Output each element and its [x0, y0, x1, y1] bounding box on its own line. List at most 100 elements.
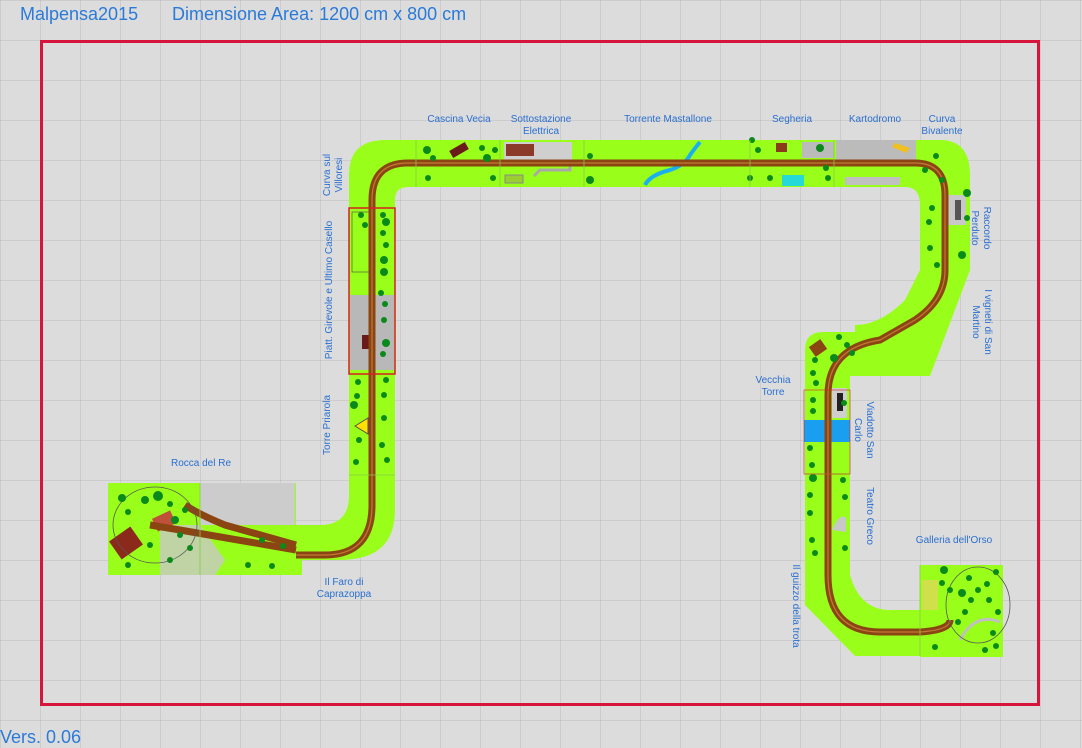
label-cascina-vecia: Cascina Vecia — [427, 114, 491, 125]
tree — [492, 147, 498, 153]
label-curva-villoresi-1: Curva sul — [322, 154, 333, 196]
tree — [355, 379, 361, 385]
tree — [362, 222, 368, 228]
tree — [812, 550, 818, 556]
tree — [383, 377, 389, 383]
tree — [809, 537, 815, 543]
label-guizzo: Il guizzo della trota — [790, 564, 801, 648]
tree — [259, 537, 265, 543]
tree — [823, 165, 829, 171]
tree — [963, 189, 971, 197]
tree — [483, 154, 491, 162]
tree — [842, 494, 848, 500]
tree — [380, 268, 388, 276]
label-vigneti-2: Martino — [970, 305, 981, 339]
tree — [958, 589, 966, 597]
tree — [932, 644, 938, 650]
tree — [807, 445, 813, 451]
tree — [962, 609, 968, 615]
label-rocca-del-re: Rocca del Re — [171, 458, 231, 469]
tree — [810, 408, 816, 414]
tree — [812, 357, 818, 363]
label-curva-bivalente-1: Curva — [929, 114, 956, 125]
tree — [986, 597, 992, 603]
tree — [810, 370, 816, 376]
label-vecchia-torre-1: Vecchia — [755, 375, 790, 386]
tree — [813, 380, 819, 386]
label-faro-1: Il Faro di — [325, 577, 364, 588]
tree — [975, 587, 981, 593]
tree — [993, 569, 999, 575]
tree — [807, 510, 813, 516]
tree — [353, 459, 359, 465]
tree — [381, 415, 387, 421]
label-viadotto-2: Carlo — [852, 418, 863, 442]
tree — [378, 290, 384, 296]
label-torre-priarola: Torre Priarola — [322, 395, 333, 455]
tree — [926, 219, 932, 225]
tree — [939, 177, 945, 183]
tree — [940, 566, 948, 574]
tree — [810, 397, 816, 403]
tree — [836, 334, 842, 340]
label-kartodromo: Kartodromo — [849, 114, 902, 125]
tree — [807, 492, 813, 498]
tree — [147, 542, 153, 548]
tree — [167, 501, 173, 507]
tree — [167, 557, 173, 563]
tree — [995, 609, 1001, 615]
label-curva-bivalente-2: Bivalente — [921, 126, 963, 137]
label-sottostazione-2: Elettrica — [523, 126, 560, 137]
tree — [380, 212, 386, 218]
tree — [177, 532, 183, 538]
tree — [830, 354, 838, 362]
label-curva-villoresi-2: Villoresi — [334, 158, 345, 193]
tree — [269, 563, 275, 569]
tree — [767, 175, 773, 181]
tree — [384, 457, 390, 463]
tree — [354, 393, 360, 399]
label-vecchia-torre-2: Torre — [762, 387, 785, 398]
tree — [993, 643, 999, 649]
tree — [479, 145, 485, 151]
label-teatro-greco: Teatro Greco — [864, 487, 875, 545]
tree — [381, 392, 387, 398]
tree — [934, 262, 940, 268]
trees — [118, 137, 1001, 653]
tree — [958, 251, 966, 259]
version-label: Vers. 0.06 — [0, 727, 82, 747]
tree — [125, 509, 131, 515]
tree — [939, 580, 945, 586]
tree — [380, 256, 388, 264]
tree — [844, 342, 850, 348]
tree — [182, 507, 188, 513]
tree — [358, 212, 364, 218]
tree — [955, 619, 961, 625]
tree — [430, 155, 436, 161]
tree — [350, 401, 358, 409]
tree — [141, 496, 149, 504]
tree — [153, 491, 163, 501]
tree — [990, 630, 996, 636]
label-faro-2: Caprazoppa — [317, 589, 372, 600]
label-sottostazione-1: Sottostazione — [511, 114, 572, 125]
tree — [587, 153, 593, 159]
tree — [809, 474, 817, 482]
tree — [840, 477, 846, 483]
tree — [841, 400, 847, 406]
tree — [849, 350, 855, 356]
tree — [825, 175, 831, 181]
tree — [280, 543, 286, 549]
tree — [922, 167, 928, 173]
tree — [809, 462, 815, 468]
label-piattaforma: Piatt. Girevole e Ultimo Casello — [324, 220, 335, 359]
tree — [380, 351, 386, 357]
baseboard — [108, 140, 1003, 657]
tree — [966, 575, 972, 581]
label-viadotto-1: Viadotto San — [864, 401, 875, 458]
tree — [842, 545, 848, 551]
tree — [245, 562, 251, 568]
tree — [356, 437, 362, 443]
tree — [984, 581, 990, 587]
label-raccordo-2: Perduto — [969, 210, 980, 245]
